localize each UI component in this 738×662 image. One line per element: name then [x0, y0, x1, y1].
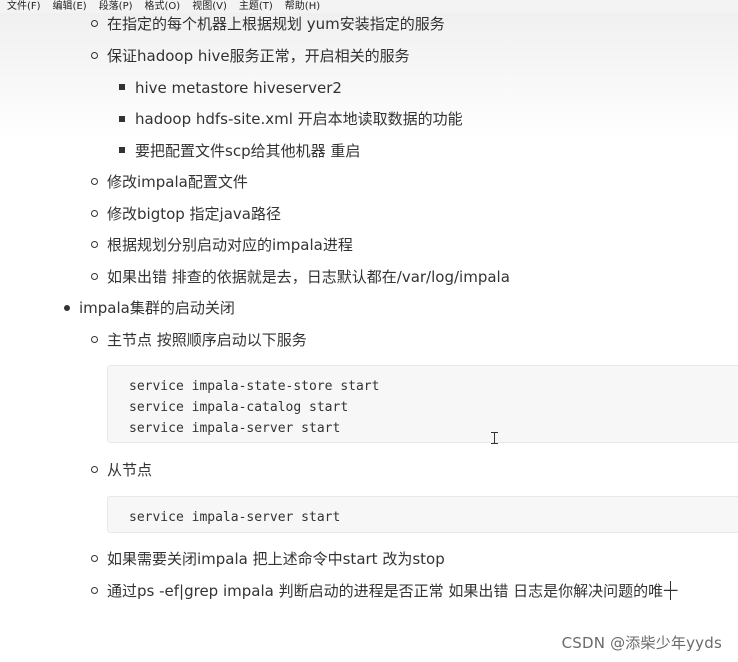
code-block[interactable]: service impala-server start — [107, 496, 738, 533]
list-item[interactable]: 要把配置文件scp给其他机器 重启 — [135, 141, 360, 161]
list-item[interactable]: 修改impala配置文件 — [107, 172, 248, 192]
list-item[interactable]: impala集群的启动关闭 — [79, 298, 235, 318]
list-item[interactable]: 主节点 按照顺序启动以下服务 — [107, 330, 307, 350]
bullet-circle — [91, 210, 98, 217]
bullet-square — [119, 84, 125, 90]
bullet-circle — [91, 178, 98, 185]
code-line: service impala-server start — [129, 510, 341, 525]
markdown-editor[interactable]: 文件(F) 编辑(E) 段落(P) 格式(O) 视图(V) 主题(T) 帮助(H… — [0, 0, 738, 662]
list-item[interactable]: 如果需要关闭impala 把上述命令中start 改为stop — [107, 549, 445, 569]
bullet-circle — [91, 20, 98, 27]
menu-view[interactable]: 视图(V) — [186, 0, 233, 13]
bullet-circle — [91, 466, 98, 473]
bullet-circle — [91, 587, 98, 594]
menu-paragraph[interactable]: 段落(P) — [93, 0, 139, 13]
menu-bar: 文件(F) 编辑(E) 段落(P) 格式(O) 视图(V) 主题(T) 帮助(H… — [0, 0, 738, 13]
bullet-disc — [64, 305, 70, 311]
code-block[interactable]: service impala-state-store start service… — [107, 365, 738, 443]
code-line: service impala-catalog start — [129, 400, 349, 415]
bullet-circle — [91, 52, 98, 59]
list-item[interactable]: 在指定的每个机器上根据规划 yum安装指定的服务 — [107, 14, 445, 34]
list-item[interactable]: 从节点 — [107, 460, 152, 480]
bullet-square — [119, 147, 125, 153]
menu-file[interactable]: 文件(F) — [0, 0, 47, 13]
list-item[interactable]: hadoop hdfs-site.xml 开启本地读取数据的功能 — [135, 109, 463, 129]
list-item[interactable]: 修改bigtop 指定java路径 — [107, 204, 281, 224]
list-item[interactable]: 如果出错 排查的依据就是去，日志默认都在/var/log/impala — [107, 267, 510, 287]
menu-format[interactable]: 格式(O) — [139, 0, 187, 13]
text-caret — [670, 581, 671, 600]
menu-theme[interactable]: 主题(T) — [233, 0, 279, 13]
list-item[interactable]: 保证hadoop hive服务正常，开启相关的服务 — [107, 46, 410, 66]
bullet-square — [119, 116, 125, 122]
code-line: service impala-state-store start — [129, 379, 380, 394]
code-line: service impala-server start — [129, 421, 341, 436]
bullet-circle — [91, 336, 98, 343]
list-item[interactable]: 根据规划分别启动对应的impala进程 — [107, 235, 353, 255]
bullet-circle — [91, 273, 98, 280]
bullet-circle — [91, 241, 98, 248]
bullet-circle — [91, 555, 98, 562]
watermark: CSDN @添柴少年yyds — [561, 634, 722, 652]
list-item[interactable]: 通过ps -ef|grep impala 判断启动的进程是否正常 如果出错 日志… — [107, 581, 678, 601]
menu-help[interactable]: 帮助(H) — [279, 0, 326, 13]
text-cursor-icon — [491, 432, 498, 444]
menu-edit[interactable]: 编辑(E) — [47, 0, 93, 13]
list-item[interactable]: hive metastore hiveserver2 — [135, 78, 342, 98]
